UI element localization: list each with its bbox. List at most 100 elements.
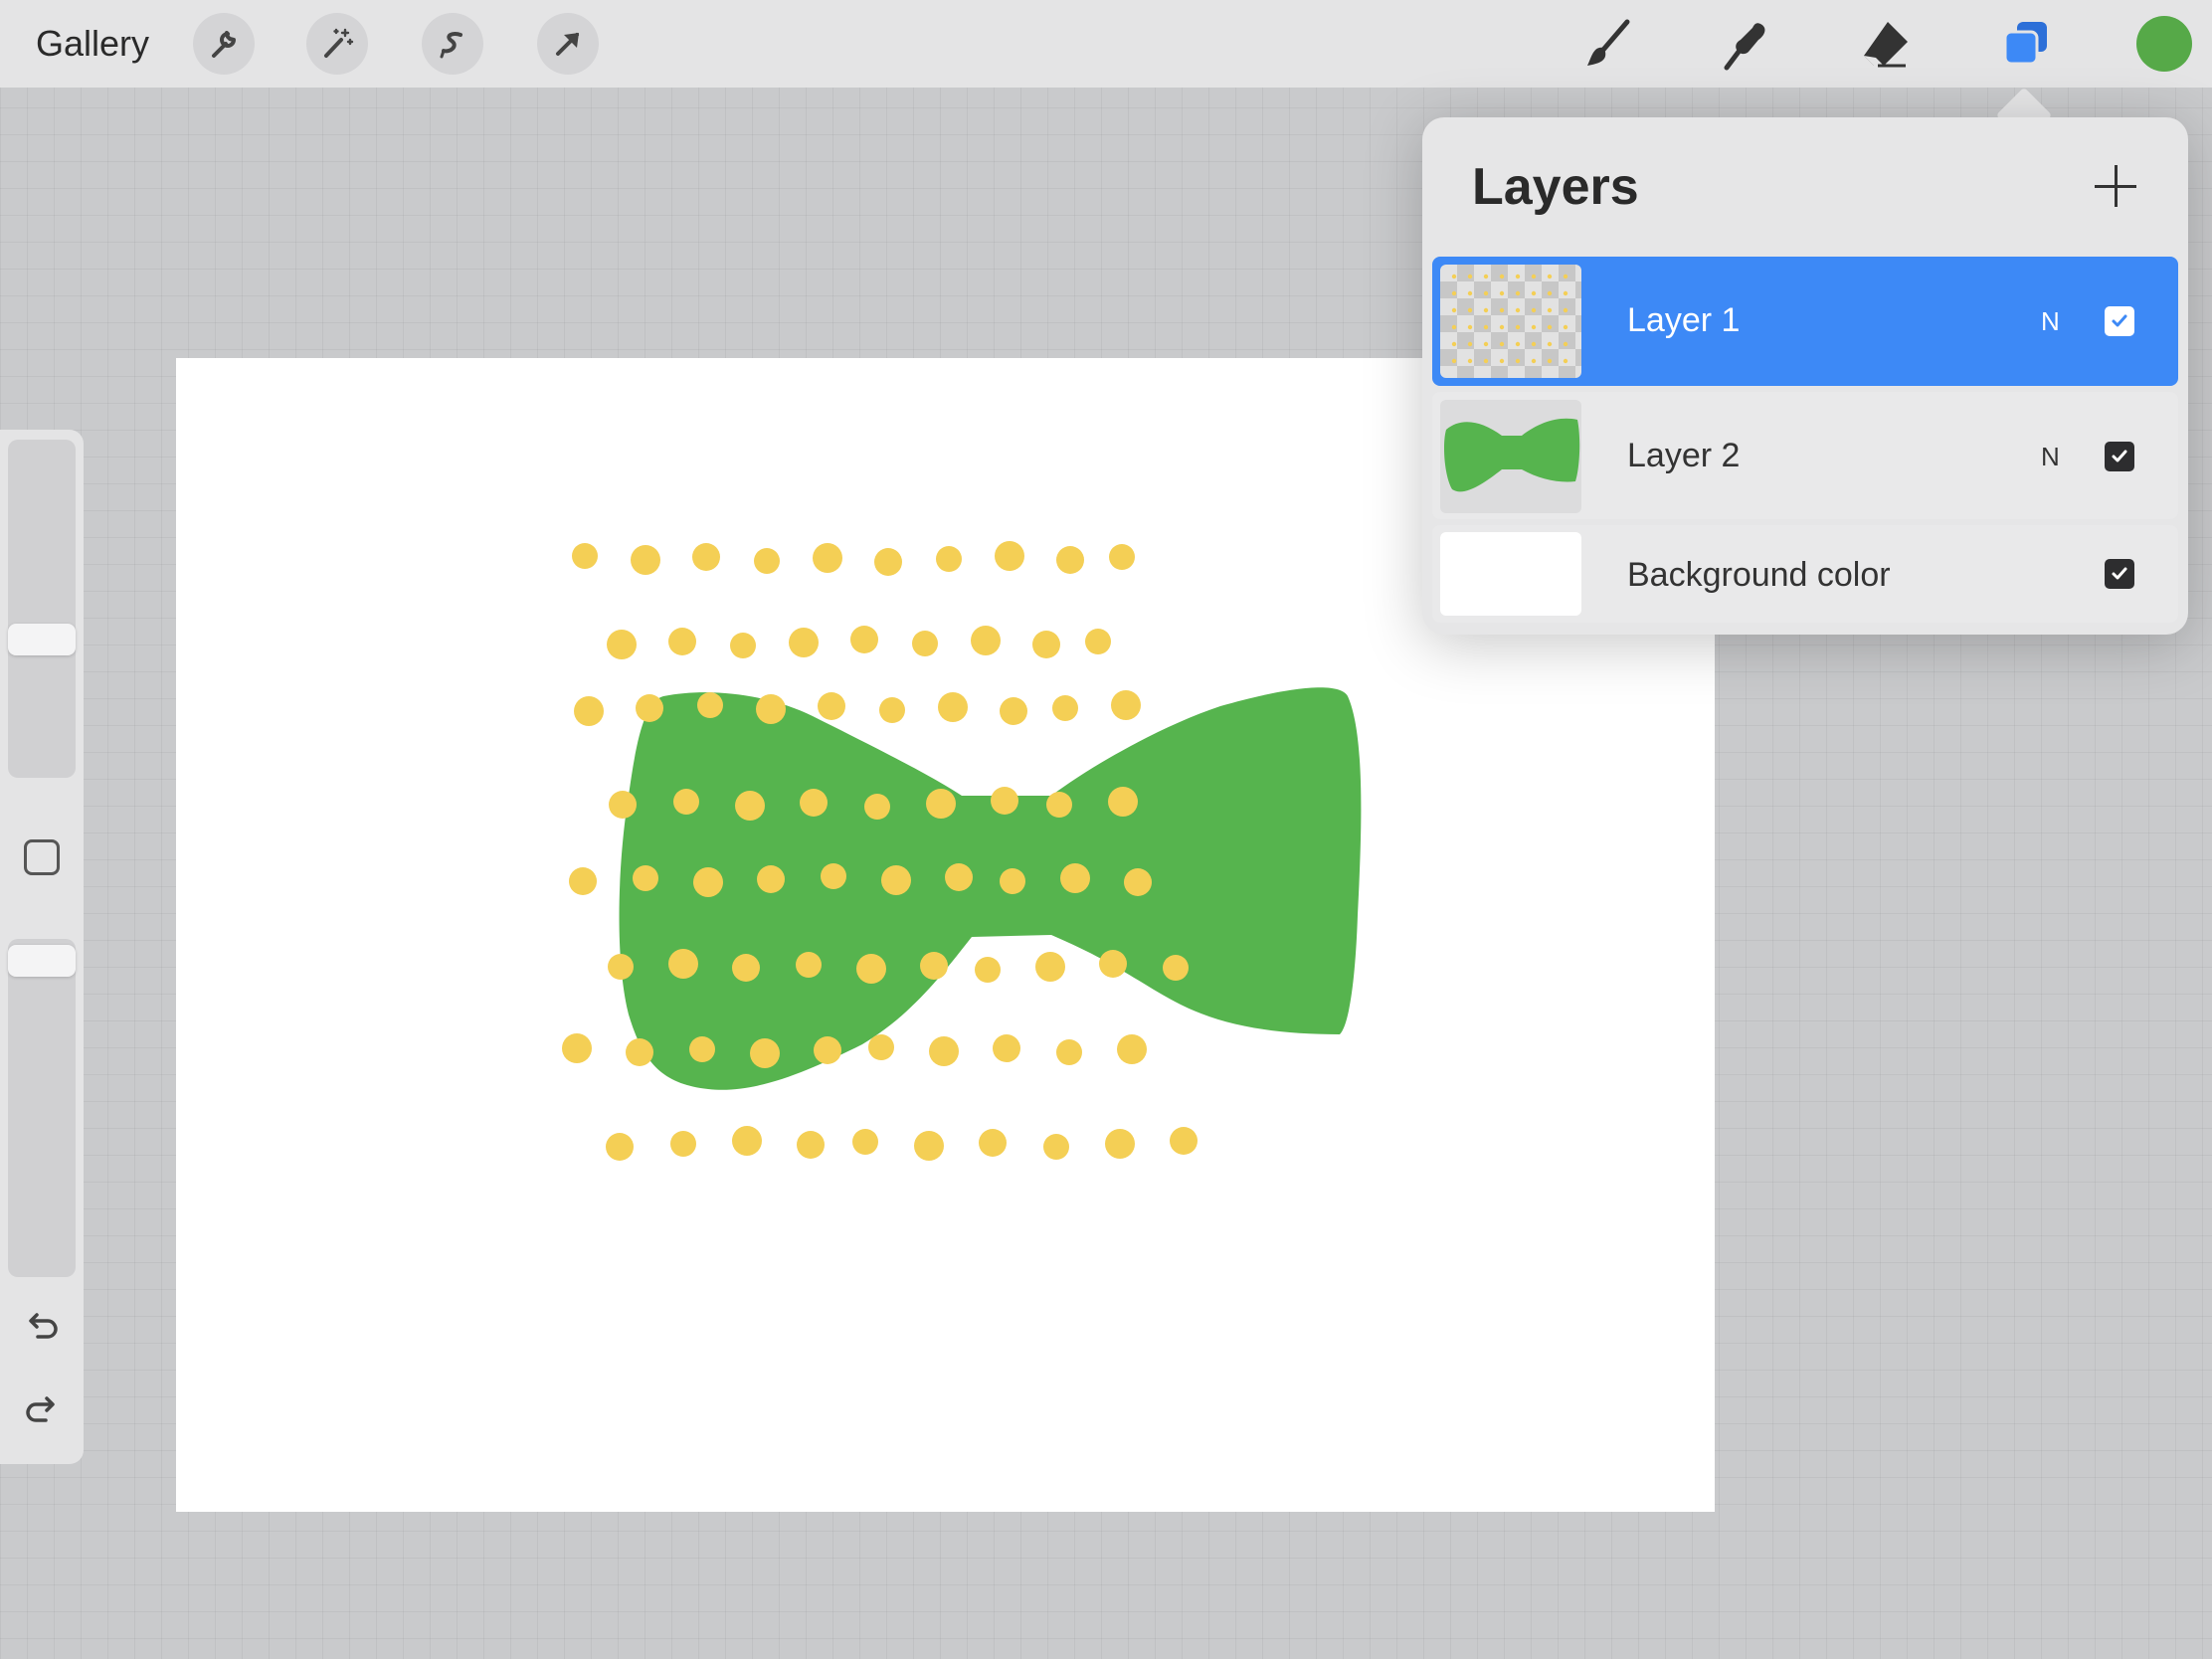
magic-wand-icon[interactable] <box>306 13 368 75</box>
brush-icon[interactable] <box>1577 14 1637 74</box>
thumbnail-dot <box>1531 290 1537 296</box>
layer-row-layer-2[interactable]: Layer 2 N <box>1432 392 2178 519</box>
modify-button-icon[interactable] <box>24 839 60 875</box>
polka-dot <box>1111 690 1141 720</box>
gallery-button[interactable]: Gallery <box>36 20 149 68</box>
opacity-thumb[interactable] <box>8 945 76 977</box>
polka-dot <box>912 631 938 656</box>
thumbnail-dot <box>1547 290 1553 296</box>
polka-dot <box>850 626 878 653</box>
thumbnail-dot <box>1563 290 1568 296</box>
thumbnail-dot <box>1499 358 1505 364</box>
polka-dot <box>971 626 1001 655</box>
visibility-checkbox[interactable] <box>2105 442 2134 471</box>
thumbnail-dot <box>1515 324 1521 330</box>
polka-dot <box>926 789 956 819</box>
polka-dot <box>1109 544 1135 570</box>
polka-dot <box>692 543 720 571</box>
polka-dot <box>868 1034 894 1060</box>
polka-dot <box>1052 695 1078 721</box>
polka-dot <box>1099 950 1127 978</box>
thumbnail-dot <box>1451 324 1457 330</box>
opacity-slider[interactable] <box>8 939 76 1277</box>
polka-dot <box>938 692 968 722</box>
polka-dot <box>991 787 1018 815</box>
layers-icon[interactable] <box>1995 14 2055 74</box>
brush-size-slider[interactable] <box>8 440 76 778</box>
layer-row-background-color[interactable]: Background color <box>1432 525 2178 623</box>
layer-name: Layer 1 <box>1627 301 1741 339</box>
polka-dot <box>757 865 785 893</box>
color-picker-button[interactable] <box>2136 16 2192 72</box>
polka-dot <box>754 548 780 574</box>
layer-name: Layer 2 <box>1627 437 1741 474</box>
polka-dot <box>1056 546 1084 574</box>
polka-dot <box>697 692 723 718</box>
eraser-icon[interactable] <box>1856 14 1916 74</box>
polka-dot <box>796 952 822 978</box>
polka-dot <box>1000 868 1025 894</box>
smudge-icon[interactable] <box>1717 14 1776 74</box>
polka-dot <box>668 628 696 655</box>
thumbnail-dot <box>1499 290 1505 296</box>
polka-dot <box>979 1129 1007 1157</box>
polka-dot <box>936 546 962 572</box>
polka-dot <box>572 543 598 569</box>
redo-icon[interactable] <box>20 1388 64 1432</box>
thumbnail-dot <box>1483 324 1489 330</box>
bowtie-shape <box>619 687 1362 1090</box>
thumbnail-dot <box>1531 274 1537 279</box>
thumbnail-dot <box>1499 307 1505 313</box>
polka-dot <box>673 789 699 815</box>
thumbnail-dot <box>1547 274 1553 279</box>
thumbnail-dot <box>1451 290 1457 296</box>
panel-title: Layers <box>1472 158 1639 216</box>
background-color-thumbnail[interactable] <box>1440 532 1581 616</box>
thumbnail-dot <box>1483 307 1489 313</box>
polka-dot <box>574 696 604 726</box>
polka-dot <box>914 1131 944 1161</box>
polka-dot <box>732 954 760 982</box>
brush-size-thumb[interactable] <box>8 624 76 655</box>
blend-mode-button[interactable]: N <box>2041 306 2060 336</box>
checkmark-icon <box>2112 450 2127 462</box>
thumbnail-dot <box>1451 307 1457 313</box>
polka-dot <box>750 1038 780 1068</box>
polka-dot <box>874 548 902 576</box>
thumbnail-dot <box>1467 307 1473 313</box>
polka-dot <box>995 541 1024 571</box>
thumbnail-dot <box>1547 324 1553 330</box>
visibility-checkbox[interactable] <box>2105 306 2134 336</box>
thumbnail-dot <box>1515 341 1521 347</box>
thumbnail-dot <box>1547 341 1553 347</box>
visibility-checkbox[interactable] <box>2105 559 2134 589</box>
plus-icon[interactable] <box>2093 163 2138 209</box>
polka-dot <box>975 957 1001 983</box>
polka-dot <box>1000 697 1027 725</box>
polka-dot <box>813 543 842 573</box>
polka-dot <box>1060 863 1090 893</box>
blend-mode-button[interactable]: N <box>2041 442 2060 471</box>
polka-dot <box>608 954 634 980</box>
polka-dot <box>1043 1134 1069 1160</box>
polka-dot <box>821 863 846 889</box>
thumbnail-dot <box>1467 324 1473 330</box>
transform-arrow-icon[interactable] <box>537 13 599 75</box>
polka-dot <box>670 1131 696 1157</box>
layer-2-thumbnail <box>1440 400 1581 513</box>
wrench-icon[interactable] <box>193 13 255 75</box>
thumbnail-dot <box>1483 274 1489 279</box>
thumbnail-dot <box>1467 341 1473 347</box>
checkmark-icon <box>2112 567 2127 580</box>
polka-dot <box>606 1133 634 1161</box>
thumbnail-dot <box>1515 358 1521 364</box>
selection-icon[interactable] <box>422 13 483 75</box>
polka-dot <box>797 1131 825 1159</box>
polka-dot <box>569 867 597 895</box>
thumbnail-dot <box>1483 341 1489 347</box>
layers-panel: Layers Layer 1 N Layer 2 N Background co… <box>1422 117 2188 635</box>
polka-dot <box>562 1033 592 1063</box>
layer-row-layer-1[interactable]: Layer 1 N <box>1432 257 2178 386</box>
top-toolbar: Gallery <box>0 0 2212 88</box>
undo-icon[interactable] <box>20 1305 64 1349</box>
